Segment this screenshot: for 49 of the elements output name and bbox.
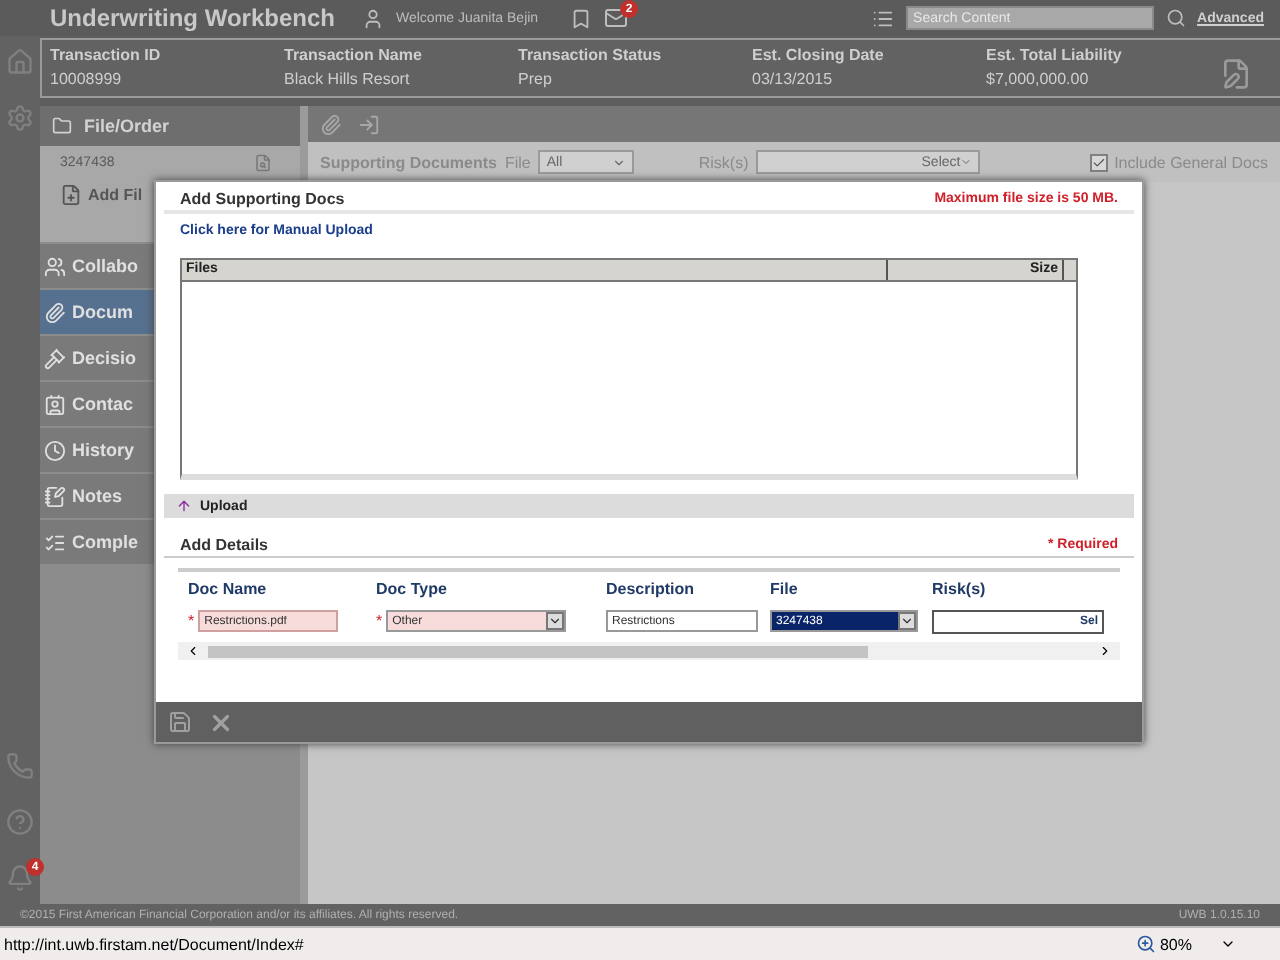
column-label: Transaction ID <box>50 46 163 64</box>
paperclip-icon <box>44 301 66 323</box>
column-header: Doc Type <box>376 579 449 597</box>
required-mark: * <box>376 612 383 630</box>
column-header: File <box>770 579 800 597</box>
checkbox[interactable] <box>1090 153 1109 171</box>
column-value: Prep <box>518 70 554 88</box>
arrow-up-icon[interactable] <box>176 498 192 514</box>
file-plus-icon[interactable] <box>60 184 82 206</box>
clock-icon <box>44 439 66 461</box>
people-icon <box>44 255 66 277</box>
zoom-level[interactable]: 80% <box>1159 935 1192 953</box>
column-label: Est. Closing Date <box>752 46 886 64</box>
mail-icon[interactable] <box>604 6 629 30</box>
close-icon[interactable] <box>208 709 234 735</box>
user-icon <box>362 7 384 29</box>
document-icon[interactable] <box>254 154 272 172</box>
sidebar-title: File/Order <box>84 116 170 136</box>
column-header: Description <box>606 579 697 597</box>
folder-icon <box>52 116 72 136</box>
paperclip-icon[interactable] <box>320 113 342 135</box>
column-label: Transaction Name <box>284 46 424 64</box>
column-value: $7,000,000.00 <box>986 70 1091 88</box>
column-label: Transaction Status <box>518 46 664 64</box>
scroll-left-icon[interactable] <box>186 644 200 658</box>
bookmark-icon[interactable] <box>570 7 593 29</box>
app-title: Underwriting Workbench <box>50 4 337 32</box>
dropdown-icon[interactable] <box>1220 936 1236 952</box>
sign-in-icon[interactable] <box>358 113 380 135</box>
required-mark: * <box>188 612 195 630</box>
gavel-icon <box>44 347 66 369</box>
chevron-down-icon[interactable] <box>612 155 627 169</box>
save-icon[interactable] <box>168 710 192 734</box>
column-label: Est. Total Liability <box>986 46 1124 64</box>
column-header: Risk(s) <box>932 579 988 597</box>
column-header: Doc Name <box>188 579 269 597</box>
scroll-right-icon[interactable] <box>1098 644 1112 658</box>
search-icon[interactable] <box>1165 8 1186 28</box>
notepad-icon <box>44 485 66 507</box>
checklist-icon <box>44 531 66 553</box>
column-value: 10008999 <box>50 70 124 88</box>
section-title: Add Details <box>180 535 269 553</box>
column-value: 03/13/2015 <box>752 70 835 88</box>
status-url: http://int.uwb.firstam.net/Document/Index# <box>4 935 304 953</box>
contact-card-icon <box>44 393 66 415</box>
dialog-title: Add Supporting Docs <box>180 190 345 208</box>
zoom-icon[interactable] <box>1135 934 1156 954</box>
document-edit-icon[interactable] <box>1220 58 1252 90</box>
column-value: Black Hills Resort <box>284 70 412 88</box>
